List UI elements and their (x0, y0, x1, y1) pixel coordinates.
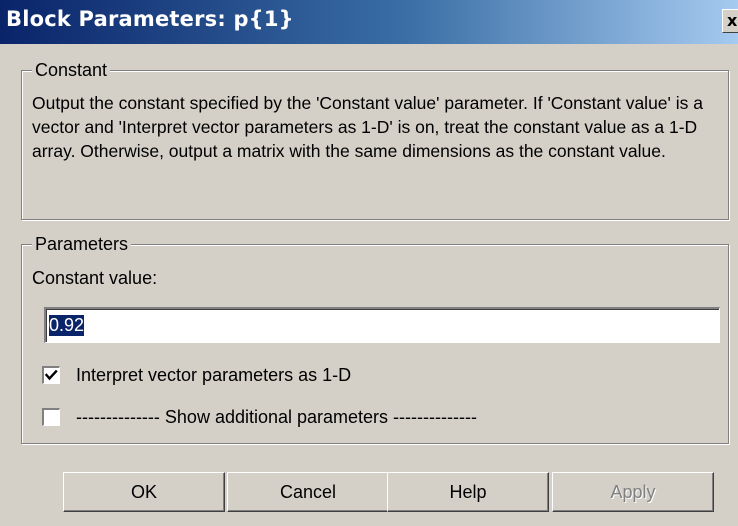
close-icon: x (727, 11, 738, 30)
show-additional-label: -------------- Show additional parameter… (76, 407, 477, 427)
constant-groupbox: Constant Output the constant specified b… (21, 59, 729, 220)
constant-value-input[interactable] (44, 307, 720, 343)
apply-button[interactable]: Apply (552, 472, 714, 512)
help-button[interactable]: Help (387, 472, 549, 512)
constant-group-legend: Constant (32, 59, 111, 81)
constant-description: Output the constant specified by the 'Co… (32, 93, 703, 161)
close-button[interactable]: x (722, 9, 738, 33)
interpret-vector-label: Interpret vector parameters as 1-D (76, 365, 352, 385)
block-parameters-dialog: Block Parameters: p{1} x Constant Output… (0, 0, 738, 526)
cancel-button[interactable]: Cancel (227, 472, 389, 512)
ok-button[interactable]: OK (63, 472, 225, 512)
checkmark-icon (44, 369, 58, 381)
window-title: Block Parameters: p{1} (6, 7, 294, 31)
interpret-vector-checkbox[interactable] (42, 366, 60, 384)
title-bar[interactable]: Block Parameters: p{1} x (0, 0, 738, 44)
parameters-groupbox: Parameters Constant value: Interpret vec… (21, 233, 729, 444)
show-additional-checkbox[interactable] (42, 408, 60, 426)
parameters-group-legend: Parameters (32, 233, 132, 255)
constant-value-label: Constant value: (32, 268, 158, 288)
interpret-vector-option[interactable]: Interpret vector parameters as 1-D (42, 363, 351, 387)
show-additional-option[interactable]: -------------- Show additional parameter… (42, 405, 477, 429)
